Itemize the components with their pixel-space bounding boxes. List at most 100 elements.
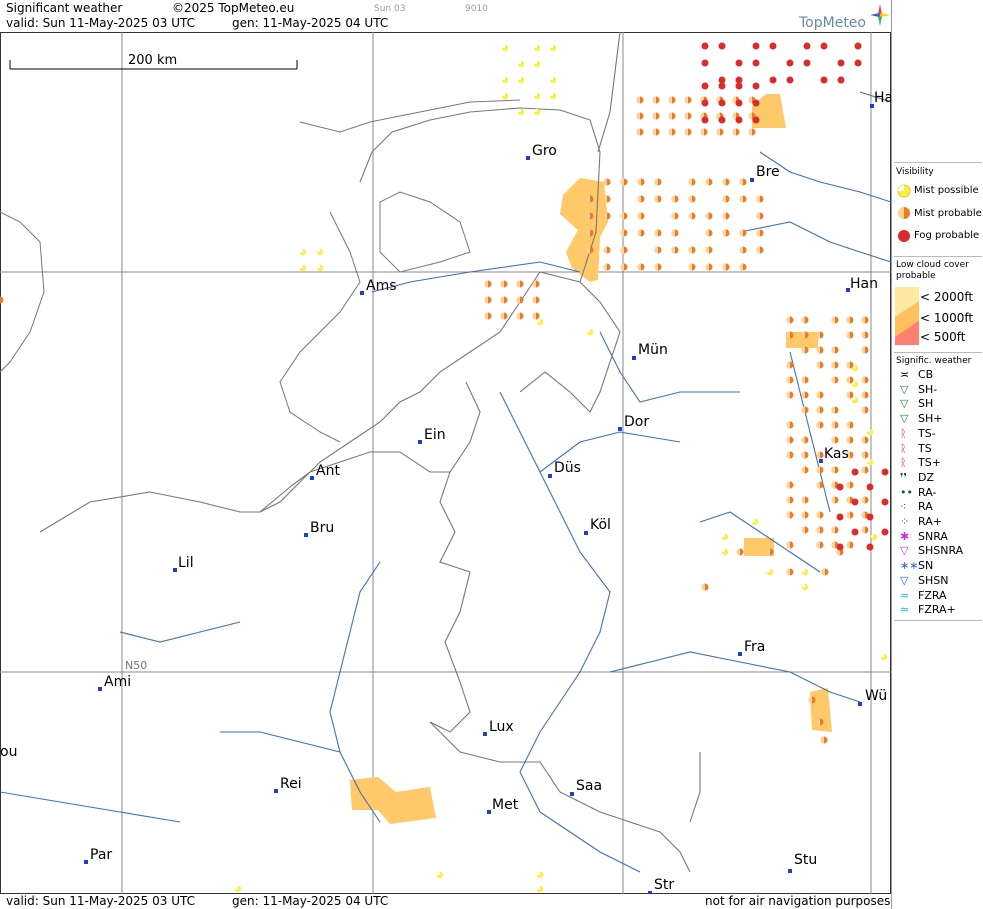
mist-probable-marker <box>620 212 628 220</box>
mist-possible-marker <box>801 568 809 576</box>
fog-probable-marker <box>837 76 845 84</box>
mist-probable-marker <box>861 391 869 399</box>
fog-probable-marker <box>836 483 844 491</box>
mist-probable-marker <box>861 436 869 444</box>
footer-generated: gen: 11-May-2025 04 UTC <box>232 894 389 908</box>
mist-probable-marker <box>786 316 794 324</box>
mist-probable-marker <box>816 451 824 459</box>
mist-probable-marker <box>532 280 540 288</box>
mist-probable-marker <box>654 195 662 203</box>
fog-probable-marker <box>881 528 889 536</box>
city-marker <box>738 652 742 656</box>
sigwx-ts-icon: ᚱ <box>900 441 907 455</box>
fog-probable-markers <box>701 42 889 551</box>
footer: valid: Sun 11-May-2025 03 UTC gen: 11-Ma… <box>0 894 891 909</box>
mist-probable-marker <box>500 312 508 320</box>
mist-possible-marker <box>299 248 307 256</box>
sigwx-sn-icon: ∗∗ <box>900 559 919 573</box>
city-label-kas: Kas <box>824 446 849 462</box>
mist-probable-marker <box>831 421 839 429</box>
sigwx-ra-icon: •• <box>900 485 913 499</box>
city-label-ein: Ein <box>424 427 446 443</box>
mist-probable-marker <box>671 212 679 220</box>
mist-probable-marker <box>861 376 869 384</box>
fog-probable-marker <box>752 59 760 67</box>
header: Significant weather ©2025 TopMeteo.eu va… <box>0 0 891 32</box>
city-label-gro: Gro <box>532 143 557 159</box>
sigwx-shsnra-icon: ▽ <box>900 544 909 558</box>
mist-probable-marker <box>756 246 764 254</box>
city-marker <box>632 356 636 360</box>
sigwx-label: FZRA+ <box>918 603 956 617</box>
fog-probable-marker <box>836 513 844 521</box>
mist-possible-marker <box>533 108 541 116</box>
mist-probable-marker <box>484 280 492 288</box>
mist-possible-marker <box>517 108 525 116</box>
mist-possible-marker <box>536 885 544 893</box>
fog-probable-marker <box>735 116 743 124</box>
mist-probable-marker <box>620 246 628 254</box>
mist-probable-marker <box>732 128 740 136</box>
mist-possible-marker <box>501 92 509 100</box>
mist-probable-marker <box>0 296 4 304</box>
city-label-rei: Rei <box>280 776 302 792</box>
mist-possible-marker <box>316 248 324 256</box>
sigwx-ra-icon: ⁖ <box>900 500 907 514</box>
lowcloud-gradient-icon <box>895 287 919 345</box>
city-marker <box>310 476 314 480</box>
mist-probable-marker <box>739 246 747 254</box>
mist-possible-marker <box>501 44 509 52</box>
topmeteo-logo: TopMeteo <box>798 2 890 32</box>
faint-label-day: Sun 03 <box>374 4 406 14</box>
mist-probable-marker <box>636 112 644 120</box>
fog-probable-icon <box>898 230 910 242</box>
city-label-ant: Ant <box>316 463 340 479</box>
city-marker <box>173 568 177 572</box>
mist-probable-marker <box>831 346 839 354</box>
sigwx-cb-icon: ≍ <box>900 368 910 381</box>
mist-probable-marker <box>705 212 713 220</box>
mist-probable-marker <box>846 481 854 489</box>
visibility-heading: Visibility <box>896 167 934 177</box>
coastline <box>0 99 521 443</box>
mist-probable-marker <box>831 316 839 324</box>
fog-probable-marker <box>718 99 726 107</box>
mist-possible-marker <box>880 653 888 661</box>
mist-probable-marker <box>516 296 524 304</box>
mist-probable-marker <box>668 112 676 120</box>
city-marker <box>858 702 862 706</box>
city-label-ou: ou <box>0 744 17 760</box>
mist-probable-marker <box>532 296 540 304</box>
city-label-bre: Bre <box>756 164 780 180</box>
mist-probable-marker <box>722 229 730 237</box>
mist-possible-marker <box>801 583 809 591</box>
mist-probable-marker <box>705 178 713 186</box>
latitude-label: N50 <box>125 659 147 672</box>
mist-probable-marker <box>846 511 854 519</box>
sigwx-label: RA- <box>918 485 937 499</box>
fog-probable-marker <box>752 82 760 90</box>
mist-probable-marker <box>748 128 756 136</box>
mist-possible-marker <box>316 264 324 272</box>
legend-panel: Visibility Mist possible Mist probable F… <box>891 0 983 909</box>
city-marker <box>98 687 102 691</box>
city-marker <box>360 291 364 295</box>
mist-probable-marker <box>586 246 594 254</box>
mist-probable-marker <box>603 263 611 271</box>
fog-probable-marker <box>866 543 874 551</box>
weather-map[interactable]: N50 200 km GroBreHaHanAmsMünDorEinAnt Dü… <box>0 32 891 894</box>
city-marker <box>418 440 422 444</box>
city-label-mün: Mün <box>638 342 668 358</box>
mist-probable-marker <box>861 496 869 504</box>
sigwx-label: SH <box>918 397 934 411</box>
borders <box>39 32 701 873</box>
mist-probable-marker <box>861 331 869 339</box>
city-marker <box>274 789 278 793</box>
footer-disclaimer: not for air navigation purposes <box>705 894 891 908</box>
mist-probable-marker <box>816 346 824 354</box>
copyright: ©2025 TopMeteo.eu <box>172 1 295 15</box>
mist-probable-marker <box>766 548 774 556</box>
fog-probable-marker <box>866 483 874 491</box>
mist-possible-marker <box>501 76 509 84</box>
sigwx-label: SH+ <box>918 412 943 426</box>
